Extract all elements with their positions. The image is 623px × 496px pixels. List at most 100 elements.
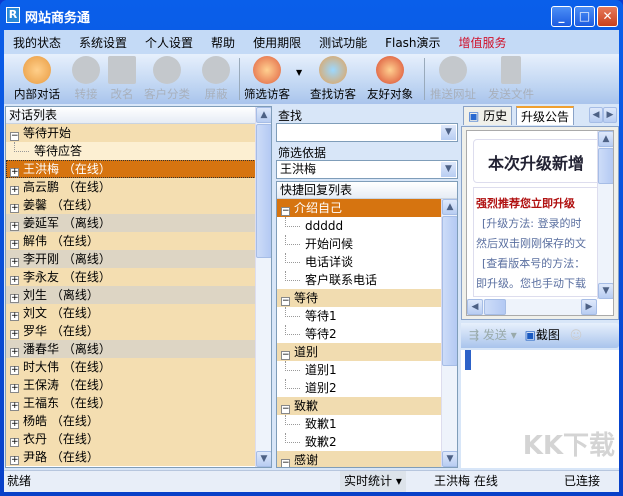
- contact-row[interactable]: + 李开刚 （离线）: [6, 250, 256, 268]
- filter-visitors-button[interactable]: 筛选访客: [244, 56, 290, 102]
- expand-icon[interactable]: +: [10, 348, 19, 357]
- expand-icon[interactable]: +: [10, 330, 19, 339]
- contact-row[interactable]: + 刘生 （离线）: [6, 286, 256, 304]
- menu-my-status[interactable]: 我的状态: [4, 34, 70, 51]
- reply-group[interactable]: − 等待: [277, 289, 441, 307]
- reply-item[interactable]: 道别2: [277, 379, 441, 397]
- expand-icon[interactable]: +: [10, 384, 19, 393]
- contact-row[interactable]: + 罗华 （在线）: [6, 322, 256, 340]
- menu-value-added[interactable]: 增值服务: [450, 34, 516, 51]
- screenshot-button[interactable]: ▣截图: [525, 328, 560, 342]
- maximize-button[interactable]: □: [574, 6, 595, 27]
- expand-icon[interactable]: +: [10, 420, 19, 429]
- reply-group[interactable]: − 道别: [277, 343, 441, 361]
- expand-icon[interactable]: +: [10, 312, 19, 321]
- expand-icon[interactable]: +: [10, 276, 19, 285]
- scroll-right-arrow[interactable]: ▶: [581, 299, 597, 315]
- contact-row[interactable]: + 解伟 （在线）: [6, 232, 256, 250]
- filter-basis-combobox[interactable]: 王洪梅 ▼: [276, 160, 458, 179]
- expand-icon[interactable]: +: [10, 204, 19, 213]
- collapse-icon[interactable]: −: [10, 132, 19, 141]
- scroll-up-arrow[interactable]: ▲: [442, 199, 457, 215]
- minimize-button[interactable]: _: [551, 6, 572, 27]
- reply-item[interactable]: 等待2: [277, 325, 441, 343]
- reply-group[interactable]: − 感谢: [277, 451, 441, 467]
- contact-row[interactable]: + 王保涛 （在线）: [6, 376, 256, 394]
- internal-chat-button[interactable]: 内部对话: [14, 56, 60, 102]
- collapse-icon[interactable]: −: [281, 405, 290, 414]
- expand-icon[interactable]: +: [10, 438, 19, 447]
- chat-input-area[interactable]: KK下载: [461, 350, 619, 468]
- expand-icon[interactable]: +: [10, 456, 19, 465]
- reply-group[interactable]: − 致歉: [277, 397, 441, 415]
- scroll-thumb[interactable]: [484, 299, 506, 315]
- menu-flash-demo[interactable]: Flash演示: [376, 34, 449, 51]
- realtime-stats-button[interactable]: 实时统计 ▾: [340, 471, 406, 492]
- tab-upgrade-notice[interactable]: 升级公告: [516, 106, 575, 125]
- send-button[interactable]: ⇶ 发送 ▾: [469, 328, 517, 342]
- menu-test-functions[interactable]: 测试功能: [310, 34, 376, 51]
- contact-row[interactable]: + 姜延军 （离线）: [6, 214, 256, 232]
- reply-item[interactable]: 致歉1: [277, 415, 441, 433]
- chevron-down-icon[interactable]: ▼: [441, 125, 456, 140]
- menu-usage-period[interactable]: 使用期限: [244, 34, 310, 51]
- contact-row[interactable]: + 王洪梅 （在线）: [6, 160, 256, 178]
- expand-icon[interactable]: +: [10, 402, 19, 411]
- scroll-thumb[interactable]: [598, 148, 613, 184]
- collapse-icon[interactable]: −: [281, 459, 290, 467]
- close-button[interactable]: ✕: [597, 6, 618, 27]
- contact-row[interactable]: + 刘文 （在线）: [6, 304, 256, 322]
- customer-category-button[interactable]: 客户分类: [144, 56, 190, 102]
- tab-history[interactable]: ▣ 历史: [463, 106, 513, 125]
- contact-row[interactable]: + 高云鹏 （在线）: [6, 178, 256, 196]
- contact-row[interactable]: + 姜馨 （在线）: [6, 196, 256, 214]
- waiting-answer-item[interactable]: 等待应答: [6, 142, 256, 160]
- menu-personal-settings[interactable]: 个人设置: [136, 34, 202, 51]
- group-waiting-start[interactable]: − 等待开始: [6, 124, 256, 142]
- scroll-down-arrow[interactable]: ▼: [442, 451, 457, 467]
- collapse-icon[interactable]: −: [281, 297, 290, 306]
- emoticon-icon[interactable]: ☺: [570, 328, 583, 342]
- reply-item[interactable]: 等待1: [277, 307, 441, 325]
- menu-help[interactable]: 帮助: [202, 34, 244, 51]
- contact-row[interactable]: + 潘春华 （离线）: [6, 340, 256, 358]
- scroll-up-arrow[interactable]: ▲: [598, 131, 613, 147]
- expand-icon[interactable]: +: [10, 258, 19, 267]
- collapse-icon[interactable]: −: [281, 207, 290, 216]
- chevron-down-icon[interactable]: ▼: [441, 162, 456, 177]
- expand-icon[interactable]: +: [10, 186, 19, 195]
- tab-scroll-right[interactable]: ▶: [603, 107, 617, 123]
- find-visitors-button[interactable]: 查找访客: [310, 56, 356, 102]
- middle-scrollbar[interactable]: ▲ ▼: [441, 199, 457, 467]
- left-scrollbar[interactable]: ▲ ▼: [255, 107, 271, 467]
- expand-icon[interactable]: +: [10, 222, 19, 231]
- send-file-button[interactable]: 发送文件: [488, 56, 534, 102]
- rename-button[interactable]: 改名: [108, 56, 136, 102]
- reply-item[interactable]: 道别1: [277, 361, 441, 379]
- reply-item[interactable]: 开始问候: [277, 235, 441, 253]
- expand-icon[interactable]: +: [10, 168, 19, 177]
- scroll-thumb[interactable]: [442, 216, 457, 366]
- expand-icon[interactable]: +: [10, 366, 19, 375]
- block-button[interactable]: 屏蔽: [202, 56, 230, 102]
- reply-item[interactable]: 致歉2: [277, 433, 441, 451]
- scroll-up-arrow[interactable]: ▲: [256, 107, 271, 123]
- find-combobox[interactable]: ▼: [276, 123, 458, 142]
- contact-row[interactable]: + 衣丹 （在线）: [6, 430, 256, 448]
- tab-scroll-left[interactable]: ◀: [589, 107, 603, 123]
- scroll-down-arrow[interactable]: ▼: [598, 283, 613, 299]
- contact-row[interactable]: + 杨皓 （在线）: [6, 412, 256, 430]
- expand-icon[interactable]: +: [10, 294, 19, 303]
- expand-icon[interactable]: +: [10, 240, 19, 249]
- push-url-button[interactable]: 推送网址: [430, 56, 476, 102]
- scroll-thumb[interactable]: [256, 124, 271, 258]
- contact-row[interactable]: + 王福东 （在线）: [6, 394, 256, 412]
- notice-v-scrollbar[interactable]: ▲ ▼: [597, 131, 613, 299]
- reply-item[interactable]: ddddd: [277, 217, 441, 235]
- reply-item[interactable]: 电话详谈: [277, 253, 441, 271]
- contact-row[interactable]: + 时大伟 （在线）: [6, 358, 256, 376]
- contact-row[interactable]: + 尹路 （在线）: [6, 448, 256, 466]
- scroll-left-arrow[interactable]: ◀: [467, 299, 483, 315]
- reply-item[interactable]: 客户联系电话: [277, 271, 441, 289]
- filter-dropdown-arrow-icon[interactable]: ▼: [296, 68, 302, 77]
